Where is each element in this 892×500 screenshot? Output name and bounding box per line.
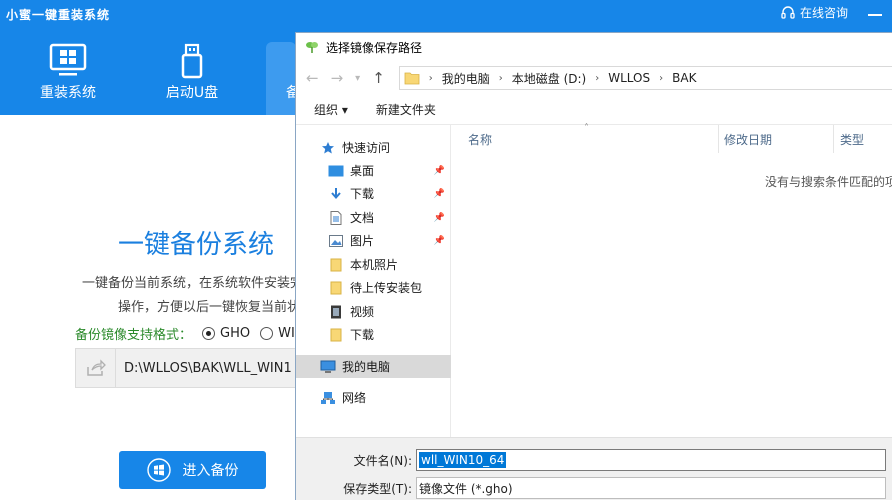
breadcrumb-bak[interactable]: BAK [672,71,696,85]
pin-icon[interactable]: 📌 [434,236,445,246]
nav-label: 启动U盘 [165,85,219,101]
nav-quick-access[interactable]: 快速访问 [296,136,451,159]
up-arrow-icon[interactable]: ↑ [372,69,385,87]
breadcrumb-wllos[interactable]: WLLOS [608,71,650,85]
address-row: ← → ▾ ↑ › 我的电脑 › 本地磁盘 (D:) › WLLOS › BAK [296,61,892,95]
radio-selected-icon [202,327,216,340]
empty-folder-message: 没有与搜索条件匹配的项 [765,175,892,189]
nav-network[interactable]: 网络 [296,386,451,409]
description-line-1: 一键备份当前系统，在系统软件安装完 [82,276,304,291]
filename-label: 文件名(N): [353,453,412,468]
app-title: 小蜜一键重装系统 [6,8,111,22]
breadcrumb-separator: › [498,72,503,84]
page-title: 一键备份系统 [118,230,275,260]
dialog-footer: 文件名(N): wll_WIN10_64 保存类型(T): 镜像文件 (*.gh… [296,437,892,500]
nav-videos[interactable]: 视频 [296,300,451,323]
picture-icon [328,234,344,248]
new-folder-button[interactable]: 新建文件夹 [376,101,436,118]
pin-icon[interactable]: 📌 [434,189,445,199]
organize-menu-button[interactable]: 组织 ▾ [314,101,348,118]
folder-icon [328,328,344,342]
column-headers: 名称 ˄ 修改日期 类型 [452,123,892,153]
breadcrumb-separator: › [659,72,664,84]
breadcrumb-separator: › [595,72,600,84]
dialog-titlebar: 选择镜像保存路径 [296,33,892,61]
format-radio-gho[interactable]: GHO [202,326,250,341]
nav-boot-usb[interactable]: 启动U盘 [132,42,252,115]
star-icon [320,141,336,155]
backup-path-text: D:\WLLOS\BAK\WLL_WIN1 [124,360,292,376]
nav-reinstall-system[interactable]: 重装系统 [8,42,128,115]
filetype-value: 镜像文件 (*.gho) [419,481,513,496]
forward-arrow-icon[interactable]: → [331,69,344,87]
dialog-title: 选择镜像保存路径 [326,40,423,55]
folder-icon [404,72,420,85]
app-leaf-icon [306,42,318,53]
monitor-icon [49,43,87,76]
filetype-label: 保存类型(T): [343,481,412,496]
nav-downloads-folder[interactable]: 下载 [296,323,451,346]
window-controls: 在线咨询 [780,4,882,21]
save-path-dialog: 选择镜像保存路径 ← → ▾ ↑ › 我的电脑 › 本地磁盘 (D:) › WL… [295,32,892,500]
nav-documents[interactable]: 文档 📌 [296,206,451,229]
dialog-toolbar: 组织 ▾ 新建文件夹 [296,95,892,125]
description-line-2: 操作，方便以后一键恢复当前状 [118,300,301,315]
radio-empty-icon [260,327,274,340]
filetype-select[interactable]: 镜像文件 (*.gho) [416,477,886,499]
breadcrumb-local-disk-d[interactable]: 本地磁盘 (D:) [512,70,586,87]
share-icon [76,349,116,387]
back-arrow-icon[interactable]: ← [306,69,319,87]
nav-my-computer[interactable]: 我的电脑 [296,355,451,378]
folder-icon [328,258,344,272]
filename-input[interactable]: wll_WIN10_64 [419,452,507,468]
sort-ascending-icon: ˄ [584,123,589,134]
nav-desktop[interactable]: 桌面 📌 [296,159,451,182]
network-icon [320,391,336,405]
start-backup-button[interactable]: 进入备份 [119,451,266,489]
download-icon [328,187,344,201]
desktop-icon [328,164,344,178]
nav-pictures[interactable]: 图片 📌 [296,229,451,252]
backup-path-field[interactable]: D:\WLLOS\BAK\WLL_WIN1 [75,348,315,388]
pin-icon[interactable]: 📌 [434,166,445,176]
breadcrumb-my-computer[interactable]: 我的电脑 [442,70,490,87]
pin-icon[interactable]: 📌 [434,213,445,223]
document-icon [328,210,344,225]
recent-chevron-icon[interactable]: ▾ [355,73,360,84]
computer-icon [320,360,336,374]
file-list-pane: 名称 ˄ 修改日期 类型 没有与搜索条件匹配的项 [452,123,892,437]
nav-downloads[interactable]: 下载 📌 [296,182,451,205]
navigation-pane: 快速访问 桌面 📌 下载 📌 文档 📌 图片 📌 本机照片 待上传安装包 视频 … [296,125,451,437]
format-label: 备份镜像支持格式： [75,328,193,343]
online-consult-button[interactable]: 在线咨询 [780,4,848,21]
column-divider[interactable] [718,125,719,153]
minimize-icon[interactable] [868,13,882,16]
column-divider[interactable] [833,125,834,153]
nav-local-photos[interactable]: 本机照片 [296,253,451,276]
nav-backup[interactable]: 备 [266,42,296,115]
nav-pending-packages[interactable]: 待上传安装包 [296,276,451,299]
filename-field[interactable]: wll_WIN10_64 [416,449,886,471]
headset-icon [781,5,795,19]
format-selector: 备份镜像支持格式： GHO WI [75,324,295,343]
start-backup-label: 进入备份 [182,463,239,479]
column-name[interactable]: 名称 [468,131,492,148]
folder-icon [328,281,344,295]
format-radio-wim[interactable]: WI [260,326,295,341]
column-type[interactable]: 类型 [840,131,864,148]
nav-label: 重装系统 [40,85,96,101]
filename-row: 文件名(N): wll_WIN10_64 [296,448,892,472]
dialog-body: 快速访问 桌面 📌 下载 📌 文档 📌 图片 📌 本机照片 待上传安装包 视频 … [296,123,892,437]
video-icon [328,305,344,319]
breadcrumb-separator: › [428,72,433,84]
filetype-row: 保存类型(T): 镜像文件 (*.gho) [296,476,892,500]
online-consult-label: 在线咨询 [799,6,848,20]
windows-logo-icon [146,458,171,482]
address-bar[interactable]: › 我的电脑 › 本地磁盘 (D:) › WLLOS › BAK [398,66,892,90]
column-modified-date[interactable]: 修改日期 [724,131,772,148]
usb-icon [181,43,203,79]
